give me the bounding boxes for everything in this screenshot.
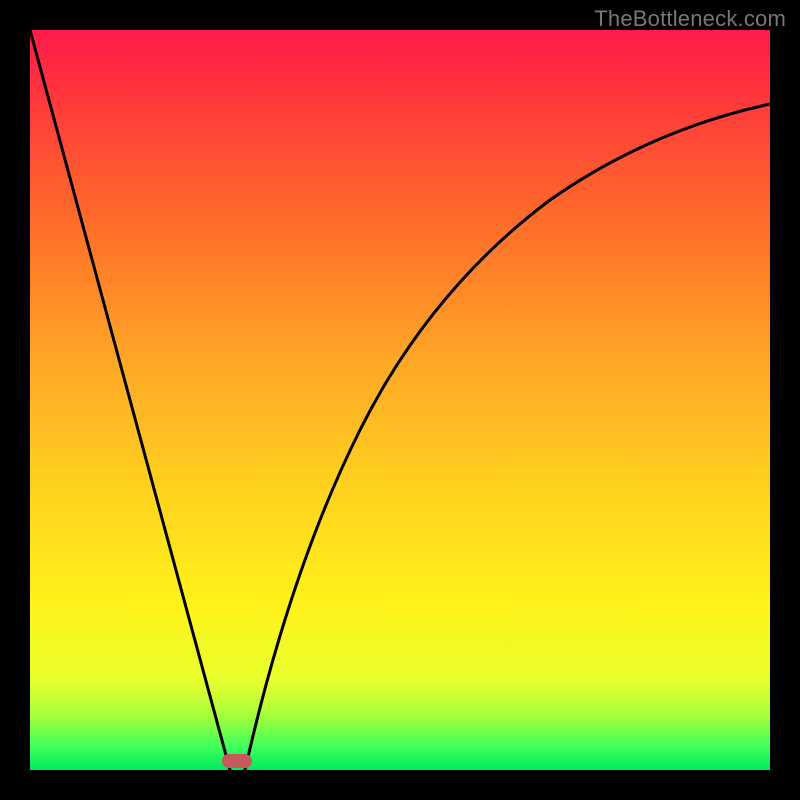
left-branch-line bbox=[30, 30, 230, 770]
min-marker bbox=[222, 754, 252, 768]
chart-frame: TheBottleneck.com bbox=[0, 0, 800, 800]
plot-area bbox=[30, 30, 770, 770]
right-branch-line bbox=[245, 104, 770, 770]
curve-layer bbox=[30, 30, 770, 770]
attribution-text: TheBottleneck.com bbox=[594, 6, 786, 32]
